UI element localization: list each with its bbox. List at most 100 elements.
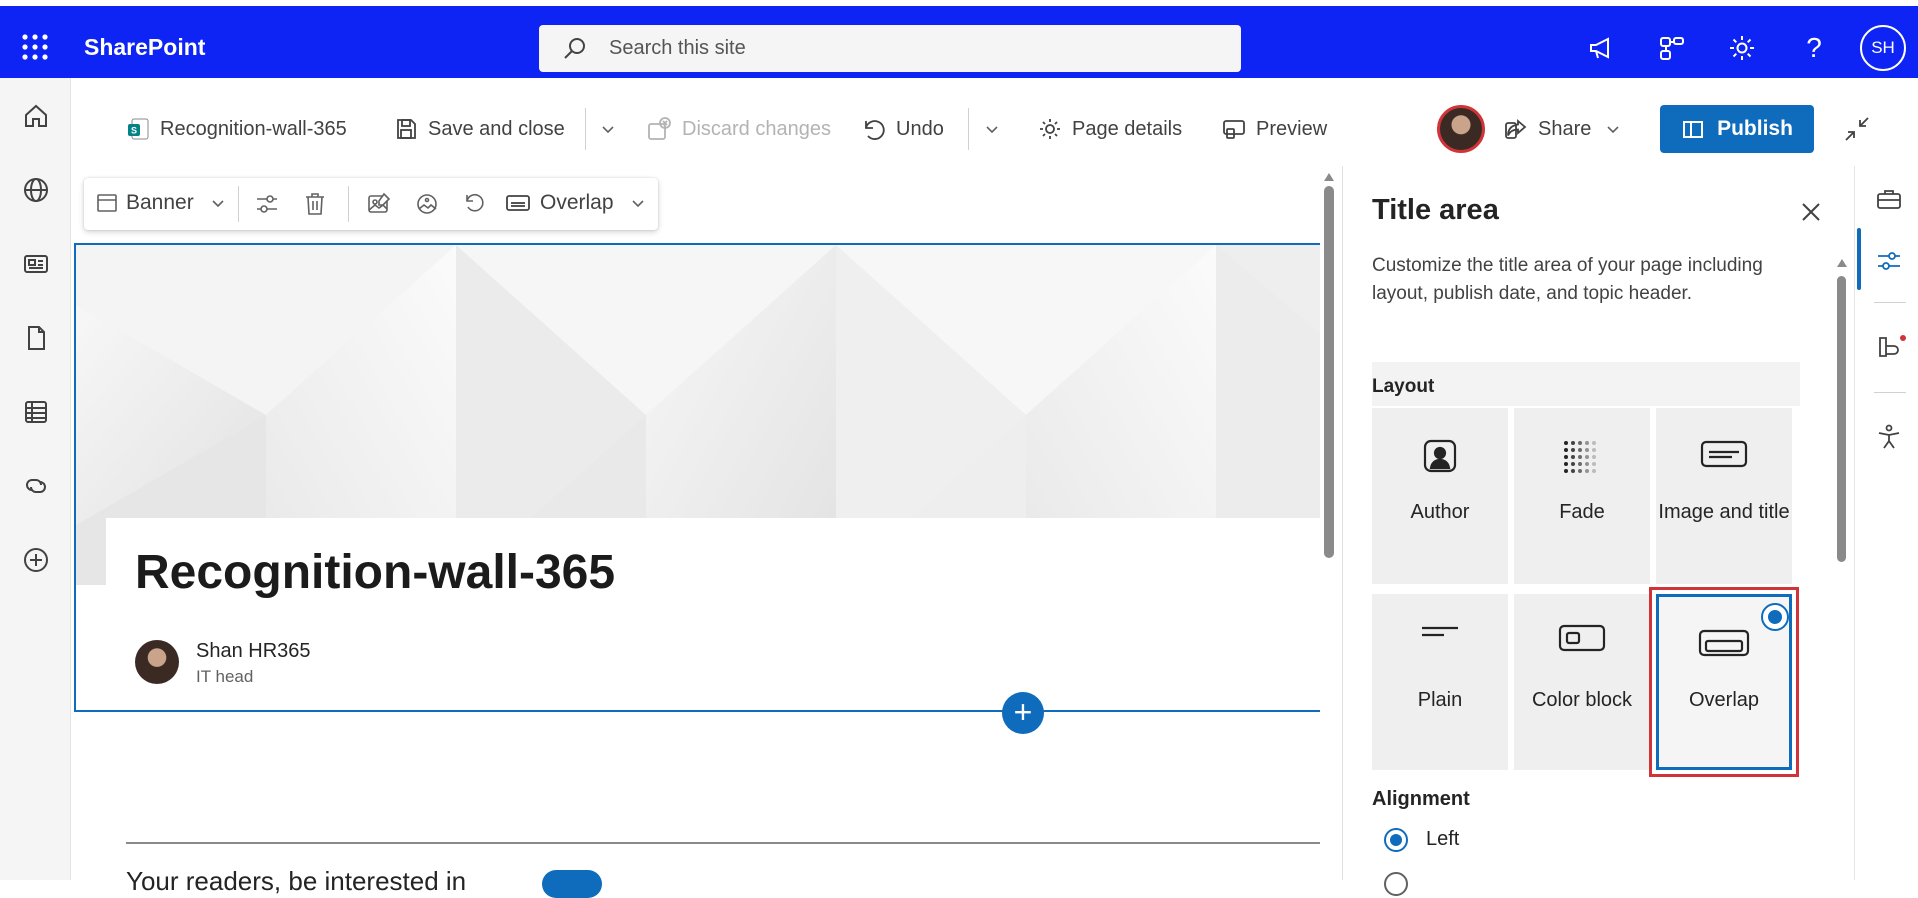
change-image-icon[interactable]	[366, 191, 392, 217]
share-network-icon[interactable]	[1658, 34, 1686, 62]
share-label: Share	[1538, 117, 1592, 140]
loop-icon[interactable]	[22, 472, 50, 500]
alignment-left-radio[interactable]	[1384, 828, 1408, 852]
layout-chevron-icon	[630, 195, 646, 211]
undo-options-chevron-icon[interactable]	[984, 114, 1010, 144]
properties-sliders-icon[interactable]	[1876, 248, 1902, 274]
publish-button[interactable]: Publish	[1660, 105, 1814, 153]
sharepoint-page-icon: S	[126, 117, 160, 141]
overlap-layout-icon	[506, 192, 530, 214]
delete-icon[interactable]	[302, 191, 328, 217]
home-icon[interactable]	[22, 102, 50, 130]
user-avatar[interactable]: SH	[1860, 25, 1906, 71]
site-search[interactable]	[539, 25, 1241, 72]
alignment-other-radio[interactable]	[1384, 872, 1408, 896]
help-icon[interactable]: ?	[1800, 34, 1828, 62]
layout-tile-color-block[interactable]: Color block	[1514, 594, 1650, 770]
alignment-heading: Alignment	[1372, 788, 1470, 810]
globe-icon[interactable]	[22, 176, 50, 204]
layout-label: Overlap	[540, 191, 614, 214]
discard-changes-button[interactable]: Discard changes	[646, 114, 831, 144]
separator	[238, 186, 239, 222]
pane-description: Customize the title area of your page in…	[1372, 255, 1763, 304]
collapse-icon[interactable]	[1844, 114, 1880, 144]
pane-scroll-up-icon[interactable]	[1836, 258, 1848, 268]
author-layout-icon	[1422, 438, 1458, 474]
overlap-layout-icon	[1698, 627, 1750, 659]
alignment-left-label: Left	[1426, 828, 1460, 850]
save-and-close-button[interactable]: Save and close	[394, 114, 565, 144]
save-and-close-label: Save and close	[428, 117, 565, 140]
suite-header: SharePoint ? SH	[0, 0, 1918, 78]
color-block-layout-icon	[1558, 624, 1606, 654]
author-role: IT head	[196, 667, 254, 686]
banner-icon	[96, 192, 118, 214]
layout-label-overlap: Overlap	[1688, 689, 1760, 711]
page-name-label: Recognition-wall-365	[160, 117, 347, 140]
accessibility-icon[interactable]	[1876, 424, 1902, 450]
layout-tile-image-and-title[interactable]: Image and title	[1656, 408, 1792, 584]
app-name[interactable]: SharePoint	[84, 34, 205, 61]
banner-label: Banner	[126, 191, 194, 214]
toolbox-icon[interactable]	[1876, 186, 1902, 212]
banner-dropdown[interactable]: Banner	[96, 191, 226, 215]
layout-dropdown[interactable]: Overlap	[506, 191, 646, 215]
separator	[1874, 302, 1906, 303]
active-indicator	[1857, 228, 1861, 290]
save-icon	[394, 117, 428, 141]
layout-label-fade: Fade	[1559, 501, 1605, 523]
divider	[126, 842, 1320, 844]
plain-layout-icon	[1420, 624, 1460, 644]
layout-label-color-block: Color block	[1531, 689, 1633, 711]
layout-tile-fade[interactable]: Fade	[1514, 408, 1650, 584]
layout-tile-plain[interactable]: Plain	[1372, 594, 1508, 770]
page-details-button[interactable]: Page details	[1038, 114, 1182, 144]
fade-layout-icon	[1562, 438, 1602, 478]
news-icon[interactable]	[22, 250, 50, 278]
canvas-scrollbar[interactable]	[1324, 186, 1334, 558]
partial-text: Your readers, be interested in	[126, 866, 467, 896]
page-name-item[interactable]: S Recognition-wall-365	[126, 114, 347, 144]
pane-scrollbar[interactable]	[1837, 276, 1846, 562]
edit-properties-icon[interactable]	[254, 191, 280, 217]
settings-gear-icon[interactable]	[1728, 34, 1756, 62]
undo-label: Undo	[896, 117, 944, 140]
list-icon[interactable]	[22, 398, 50, 426]
layout-tile-overlap[interactable]: Overlap	[1649, 587, 1799, 777]
preview-button[interactable]: Preview	[1222, 114, 1327, 144]
preview-label: Preview	[1256, 117, 1328, 140]
selected-check-icon	[1761, 603, 1789, 631]
scroll-up-arrow-icon[interactable]	[1323, 172, 1335, 182]
page-title[interactable]: Recognition-wall-365	[135, 545, 615, 600]
book-icon	[1681, 117, 1717, 141]
document-icon[interactable]	[22, 324, 50, 352]
separator	[348, 186, 349, 222]
undo-button[interactable]: Undo	[862, 114, 944, 144]
app-launcher-icon[interactable]	[22, 34, 48, 60]
layout-tile-author[interactable]: Author	[1372, 408, 1508, 584]
partial-toggle[interactable]	[542, 870, 602, 898]
close-icon[interactable]	[1799, 200, 1823, 224]
image-and-title-layout-icon	[1700, 440, 1748, 470]
separator	[1874, 392, 1906, 393]
search-input[interactable]	[609, 25, 1209, 72]
section-toolbar: Banner Overlap	[84, 178, 658, 230]
separator	[968, 108, 969, 150]
search-icon	[563, 37, 587, 61]
author-name: Shan HR365	[196, 640, 311, 662]
add-circle-icon[interactable]	[22, 546, 50, 574]
layout-label-image-and-title: Image and title	[1658, 501, 1790, 523]
reset-icon[interactable]	[462, 191, 486, 215]
share-button[interactable]: Share	[1504, 114, 1631, 144]
design-ideas-icon[interactable]	[1876, 334, 1906, 360]
preview-icon	[1222, 117, 1256, 141]
editor-avatar[interactable]	[1437, 105, 1485, 153]
layout-label-author: Author	[1410, 501, 1470, 523]
megaphone-icon[interactable]	[1588, 34, 1616, 62]
layout-heading: Layout	[1372, 362, 1800, 406]
save-options-chevron-icon[interactable]	[600, 114, 626, 144]
image-focal-point-icon[interactable]	[414, 191, 440, 217]
add-section-button[interactable]: +	[1002, 692, 1044, 734]
layout-label-plain: Plain	[1417, 689, 1463, 711]
undo-icon	[862, 117, 896, 141]
